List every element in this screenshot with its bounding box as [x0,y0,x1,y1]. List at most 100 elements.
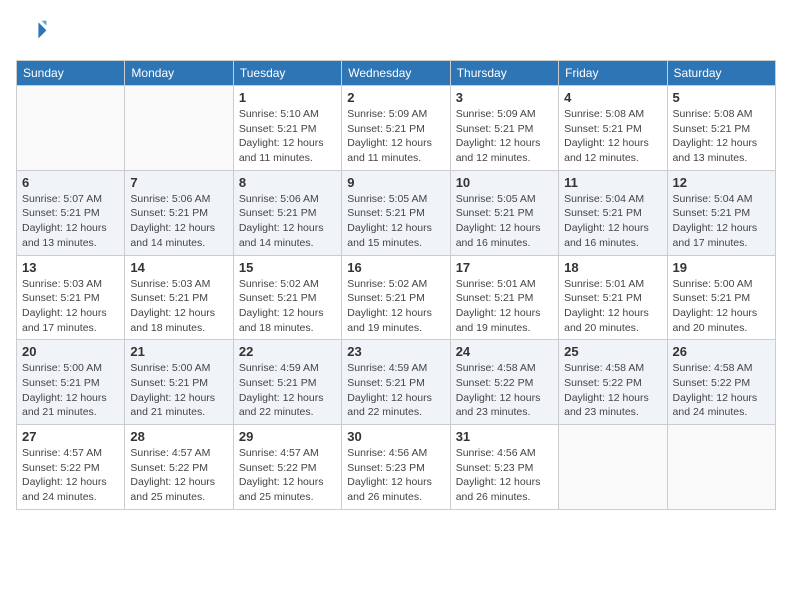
calendar-cell: 30 Sunrise: 4:56 AM Sunset: 5:23 PM Dayli… [342,425,450,510]
day-number: 3 [456,90,553,105]
day-number: 14 [130,260,227,275]
calendar-cell: 18 Sunrise: 5:01 AM Sunset: 5:21 PM Dayli… [559,255,667,340]
day-number: 2 [347,90,444,105]
day-number: 23 [347,344,444,359]
day-info: Sunrise: 5:05 AM Sunset: 5:21 PM Dayligh… [456,192,553,251]
day-number: 16 [347,260,444,275]
day-number: 18 [564,260,661,275]
calendar-cell: 24 Sunrise: 4:58 AM Sunset: 5:22 PM Dayli… [450,340,558,425]
day-number: 26 [673,344,770,359]
day-info: Sunrise: 5:06 AM Sunset: 5:21 PM Dayligh… [239,192,336,251]
day-info: Sunrise: 5:01 AM Sunset: 5:21 PM Dayligh… [456,277,553,336]
day-info: Sunrise: 4:58 AM Sunset: 5:22 PM Dayligh… [456,361,553,420]
day-info: Sunrise: 4:56 AM Sunset: 5:23 PM Dayligh… [347,446,444,505]
calendar-cell: 11Sunrise: 5:04 AM Sunset: 5:21 PM Dayli… [559,170,667,255]
day-number: 9 [347,175,444,190]
calendar-week-row: 1Sunrise: 5:10 AM Sunset: 5:21 PM Daylig… [17,86,776,171]
day-header-thursday: Thursday [450,61,558,86]
day-info: Sunrise: 5:00 AM Sunset: 5:21 PM Dayligh… [673,277,770,336]
calendar-cell: 20Sunrise: 5:00 AM Sunset: 5:21 PM Dayli… [17,340,125,425]
day-number: 5 [673,90,770,105]
day-header-tuesday: Tuesday [233,61,341,86]
calendar-cell: 10Sunrise: 5:05 AM Sunset: 5:21 PM Dayli… [450,170,558,255]
day-header-wednesday: Wednesday [342,61,450,86]
day-info: Sunrise: 5:00 AM Sunset: 5:21 PM Dayligh… [130,361,227,420]
day-info: Sunrise: 5:02 AM Sunset: 5:21 PM Dayligh… [239,277,336,336]
day-info: Sunrise: 4:58 AM Sunset: 5:22 PM Dayligh… [564,361,661,420]
calendar-cell: 16 Sunrise: 5:02 AM Sunset: 5:21 PM Dayli… [342,255,450,340]
day-number: 30 [347,429,444,444]
day-info: Sunrise: 5:04 AM Sunset: 5:21 PM Dayligh… [673,192,770,251]
day-number: 31 [456,429,553,444]
calendar-cell: 25 Sunrise: 4:58 AM Sunset: 5:22 PM Dayli… [559,340,667,425]
day-header-friday: Friday [559,61,667,86]
calendar-cell: 29 Sunrise: 4:57 AM Sunset: 5:22 PM Dayli… [233,425,341,510]
day-number: 6 [22,175,119,190]
calendar-cell [667,425,775,510]
day-number: 22 [239,344,336,359]
calendar-cell: 13 Sunrise: 5:03 AM Sunset: 5:21 PM Dayli… [17,255,125,340]
day-number: 1 [239,90,336,105]
page-header [16,16,776,48]
calendar-cell: 27 Sunrise: 4:57 AM Sunset: 5:22 PM Dayli… [17,425,125,510]
day-info: Sunrise: 5:06 AM Sunset: 5:21 PM Dayligh… [130,192,227,251]
day-info: Sunrise: 5:04 AM Sunset: 5:21 PM Dayligh… [564,192,661,251]
day-number: 17 [456,260,553,275]
day-info: Sunrise: 4:59 AM Sunset: 5:21 PM Dayligh… [239,361,336,420]
calendar-cell: 28 Sunrise: 4:57 AM Sunset: 5:22 PM Dayli… [125,425,233,510]
day-info: Sunrise: 4:57 AM Sunset: 5:22 PM Dayligh… [239,446,336,505]
day-info: Sunrise: 5:09 AM Sunset: 5:21 PM Dayligh… [456,107,553,166]
calendar-header-row: SundayMondayTuesdayWednesdayThursdayFrid… [17,61,776,86]
calendar-week-row: 6 Sunrise: 5:07 AM Sunset: 5:21 PM Daylig… [17,170,776,255]
calendar-week-row: 13 Sunrise: 5:03 AM Sunset: 5:21 PM Dayli… [17,255,776,340]
day-number: 27 [22,429,119,444]
day-info: Sunrise: 5:01 AM Sunset: 5:21 PM Dayligh… [564,277,661,336]
day-number: 4 [564,90,661,105]
calendar-cell: 2Sunrise: 5:09 AM Sunset: 5:21 PM Daylig… [342,86,450,171]
day-info: Sunrise: 5:08 AM Sunset: 5:21 PM Dayligh… [564,107,661,166]
calendar-cell: 23 Sunrise: 4:59 AM Sunset: 5:21 PM Dayli… [342,340,450,425]
calendar-cell: 1Sunrise: 5:10 AM Sunset: 5:21 PM Daylig… [233,86,341,171]
day-number: 7 [130,175,227,190]
calendar-week-row: 20Sunrise: 5:00 AM Sunset: 5:21 PM Dayli… [17,340,776,425]
day-info: Sunrise: 5:02 AM Sunset: 5:21 PM Dayligh… [347,277,444,336]
calendar-cell: 22 Sunrise: 4:59 AM Sunset: 5:21 PM Dayli… [233,340,341,425]
day-info: Sunrise: 5:03 AM Sunset: 5:21 PM Dayligh… [22,277,119,336]
day-info: Sunrise: 4:58 AM Sunset: 5:22 PM Dayligh… [673,361,770,420]
day-header-monday: Monday [125,61,233,86]
calendar-cell: 12 Sunrise: 5:04 AM Sunset: 5:21 PM Dayli… [667,170,775,255]
calendar-cell: 26 Sunrise: 4:58 AM Sunset: 5:22 PM Dayli… [667,340,775,425]
logo [16,16,52,48]
calendar-cell [559,425,667,510]
calendar-cell: 17 Sunrise: 5:01 AM Sunset: 5:21 PM Dayli… [450,255,558,340]
day-info: Sunrise: 5:08 AM Sunset: 5:21 PM Dayligh… [673,107,770,166]
calendar-cell: 31 Sunrise: 4:56 AM Sunset: 5:23 PM Dayli… [450,425,558,510]
day-info: Sunrise: 5:00 AM Sunset: 5:21 PM Dayligh… [22,361,119,420]
calendar-cell: 9 Sunrise: 5:05 AM Sunset: 5:21 PM Daylig… [342,170,450,255]
day-number: 24 [456,344,553,359]
calendar-cell: 5 Sunrise: 5:08 AM Sunset: 5:21 PM Daylig… [667,86,775,171]
day-number: 12 [673,175,770,190]
day-info: Sunrise: 4:56 AM Sunset: 5:23 PM Dayligh… [456,446,553,505]
day-info: Sunrise: 4:57 AM Sunset: 5:22 PM Dayligh… [130,446,227,505]
calendar-cell: 4 Sunrise: 5:08 AM Sunset: 5:21 PM Daylig… [559,86,667,171]
day-info: Sunrise: 5:07 AM Sunset: 5:21 PM Dayligh… [22,192,119,251]
day-info: Sunrise: 4:59 AM Sunset: 5:21 PM Dayligh… [347,361,444,420]
calendar-table: SundayMondayTuesdayWednesdayThursdayFrid… [16,60,776,510]
day-header-sunday: Sunday [17,61,125,86]
calendar-cell: 19Sunrise: 5:00 AM Sunset: 5:21 PM Dayli… [667,255,775,340]
day-info: Sunrise: 4:57 AM Sunset: 5:22 PM Dayligh… [22,446,119,505]
calendar-cell: 14 Sunrise: 5:03 AM Sunset: 5:21 PM Dayli… [125,255,233,340]
calendar-cell: 8Sunrise: 5:06 AM Sunset: 5:21 PM Daylig… [233,170,341,255]
day-number: 13 [22,260,119,275]
day-number: 15 [239,260,336,275]
calendar-cell: 21Sunrise: 5:00 AM Sunset: 5:21 PM Dayli… [125,340,233,425]
day-number: 29 [239,429,336,444]
logo-icon [16,16,48,48]
calendar-cell: 15 Sunrise: 5:02 AM Sunset: 5:21 PM Dayli… [233,255,341,340]
day-info: Sunrise: 5:05 AM Sunset: 5:21 PM Dayligh… [347,192,444,251]
day-info: Sunrise: 5:03 AM Sunset: 5:21 PM Dayligh… [130,277,227,336]
day-number: 28 [130,429,227,444]
day-number: 25 [564,344,661,359]
calendar-cell [125,86,233,171]
